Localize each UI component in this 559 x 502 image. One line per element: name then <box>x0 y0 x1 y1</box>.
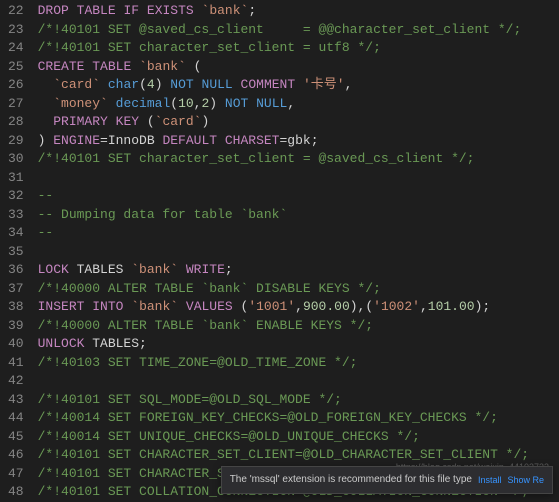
line-number: 31 <box>8 169 24 188</box>
code-line[interactable]: INSERT INTO `bank` VALUES ('1001',900.00… <box>38 298 559 317</box>
code-line[interactable]: /*!40101 SET SQL_MODE=@OLD_SQL_MODE */; <box>38 391 559 410</box>
code-line[interactable]: ) ENGINE=InnoDB DEFAULT CHARSET=gbk; <box>38 132 559 151</box>
code-editor[interactable]: 2223242526272829303132333435363738394041… <box>0 0 559 502</box>
line-number: 35 <box>8 243 24 262</box>
line-number: 43 <box>8 391 24 410</box>
toast-message: The 'mssql' extension is recommended for… <box>230 471 472 490</box>
code-line[interactable]: /*!40014 SET FOREIGN_KEY_CHECKS=@OLD_FOR… <box>38 409 559 428</box>
line-number: 29 <box>8 132 24 151</box>
code-line[interactable]: /*!40014 SET UNIQUE_CHECKS=@OLD_UNIQUE_C… <box>38 428 559 447</box>
line-number: 25 <box>8 58 24 77</box>
line-number: 38 <box>8 298 24 317</box>
line-number: 47 <box>8 465 24 484</box>
code-line[interactable]: UNLOCK TABLES; <box>38 335 559 354</box>
line-number: 27 <box>8 95 24 114</box>
line-number: 46 <box>8 446 24 465</box>
line-number: 45 <box>8 428 24 447</box>
line-number: 28 <box>8 113 24 132</box>
code-line[interactable]: /*!40101 SET character_set_client = utf8… <box>38 39 559 58</box>
code-line[interactable] <box>38 372 559 391</box>
code-line[interactable]: -- <box>38 187 559 206</box>
code-line[interactable]: /*!40101 SET character_set_client = @sav… <box>38 150 559 169</box>
line-number: 23 <box>8 21 24 40</box>
code-line[interactable]: LOCK TABLES `bank` WRITE; <box>38 261 559 280</box>
code-line[interactable]: `money` decimal(10,2) NOT NULL, <box>38 95 559 114</box>
line-number: 32 <box>8 187 24 206</box>
code-line[interactable]: /*!40103 SET TIME_ZONE=@OLD_TIME_ZONE */… <box>38 354 559 373</box>
line-number: 48 <box>8 483 24 502</box>
code-line[interactable] <box>38 243 559 262</box>
line-number: 33 <box>8 206 24 225</box>
line-number: 34 <box>8 224 24 243</box>
line-number: 42 <box>8 372 24 391</box>
code-line[interactable]: PRIMARY KEY (`card`) <box>38 113 559 132</box>
line-number: 41 <box>8 354 24 373</box>
line-number-gutter: 2223242526272829303132333435363738394041… <box>0 0 38 502</box>
show-recommendations-button[interactable]: Show Re <box>507 471 544 490</box>
code-line[interactable]: CREATE TABLE `bank` ( <box>38 58 559 77</box>
code-line[interactable]: DROP TABLE IF EXISTS `bank`; <box>38 2 559 21</box>
line-number: 36 <box>8 261 24 280</box>
line-number: 30 <box>8 150 24 169</box>
code-line[interactable]: /*!40000 ALTER TABLE `bank` DISABLE KEYS… <box>38 280 559 299</box>
line-number: 40 <box>8 335 24 354</box>
line-number: 44 <box>8 409 24 428</box>
line-number: 24 <box>8 39 24 58</box>
line-number: 39 <box>8 317 24 336</box>
line-number: 22 <box>8 2 24 21</box>
code-area[interactable]: DROP TABLE IF EXISTS `bank`;/*!40101 SET… <box>38 0 559 502</box>
install-button[interactable]: Install <box>478 471 502 490</box>
line-number: 26 <box>8 76 24 95</box>
extension-recommendation-toast: The 'mssql' extension is recommended for… <box>221 466 553 495</box>
code-line[interactable]: /*!40101 SET @saved_cs_client = @@charac… <box>38 21 559 40</box>
code-line[interactable] <box>38 169 559 188</box>
code-line[interactable]: -- Dumping data for table `bank` <box>38 206 559 225</box>
code-line[interactable]: -- <box>38 224 559 243</box>
line-number: 37 <box>8 280 24 299</box>
code-line[interactable]: /*!40000 ALTER TABLE `bank` ENABLE KEYS … <box>38 317 559 336</box>
code-line[interactable]: `card` char(4) NOT NULL COMMENT '卡号', <box>38 76 559 95</box>
